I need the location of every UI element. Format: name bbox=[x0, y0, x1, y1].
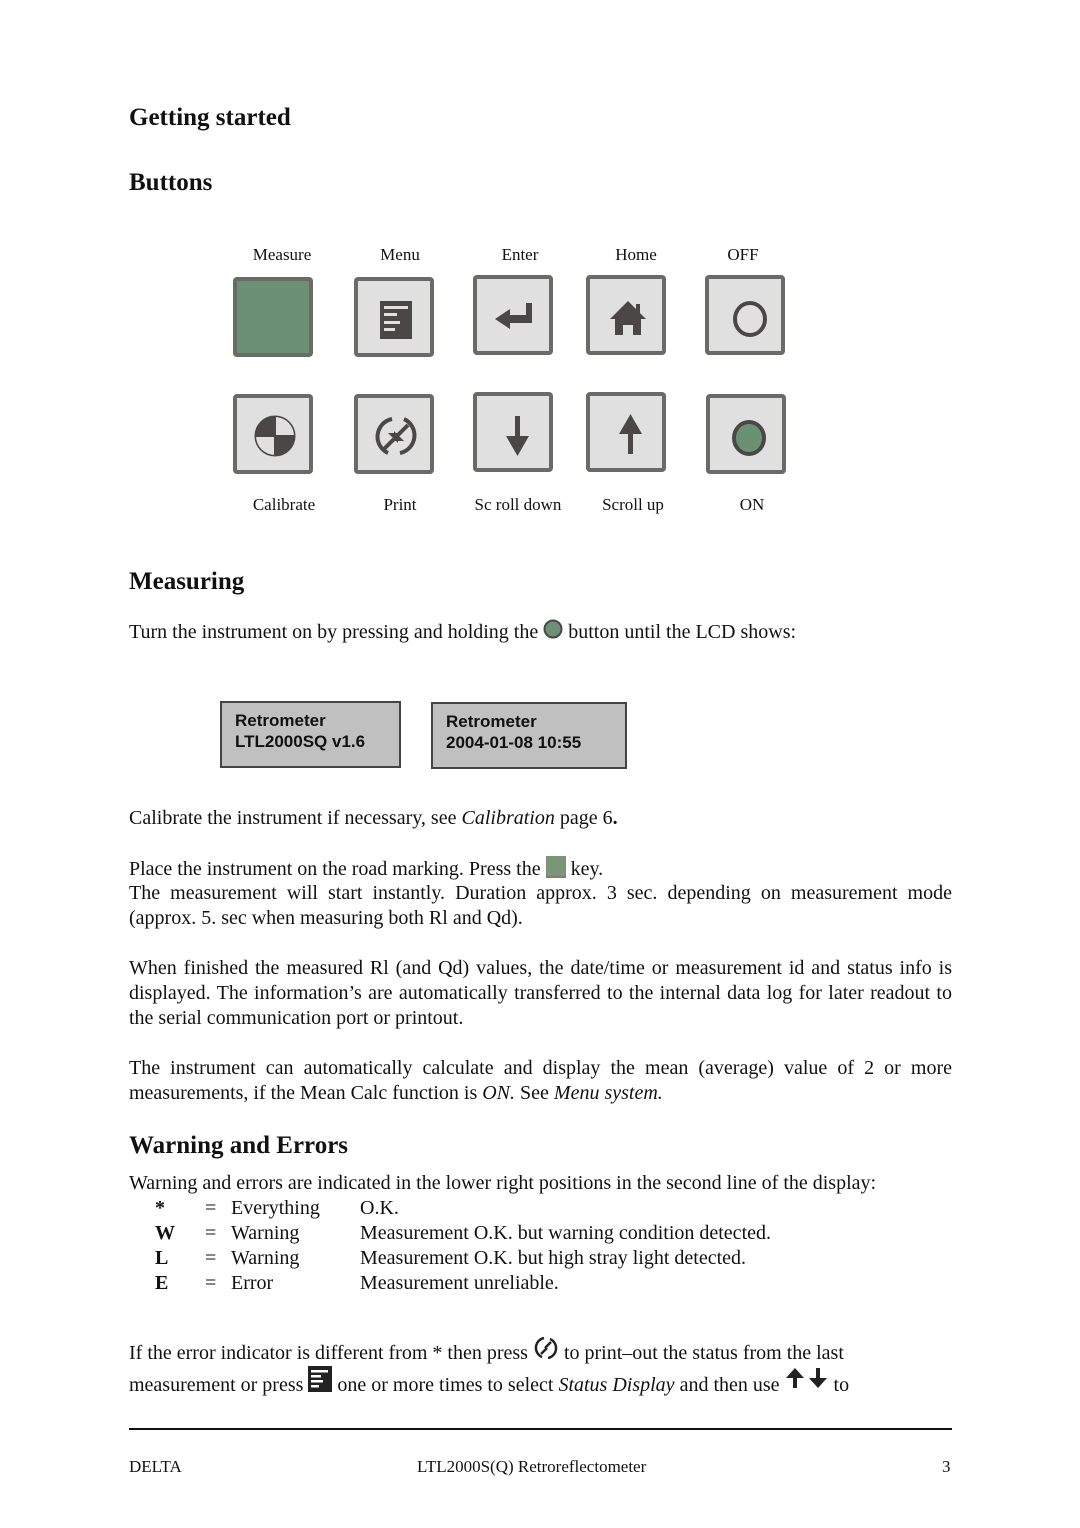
enter-button[interactable] bbox=[473, 275, 553, 355]
heading-warnings: Warning and Errors bbox=[129, 1132, 349, 1159]
home-button[interactable] bbox=[586, 275, 666, 355]
mean-paragraph: The instrument can automatically calcula… bbox=[129, 1057, 952, 1104]
label-home: Home bbox=[615, 245, 657, 264]
label-enter: Enter bbox=[501, 245, 539, 264]
menu-button[interactable] bbox=[354, 277, 434, 357]
power-off-circle-icon bbox=[733, 301, 767, 337]
label-measure: Measure bbox=[252, 245, 312, 264]
label-calibrate: Calibrate bbox=[252, 495, 316, 514]
calibrate-paragraph: Calibrate the instrument if necessary, s… bbox=[129, 807, 618, 829]
measure-key-inline-icon bbox=[545, 856, 566, 878]
menu-list-icon bbox=[380, 301, 412, 339]
menu-system-link: Menu system. bbox=[553, 1082, 663, 1104]
menu-inline-icon bbox=[308, 1366, 333, 1392]
measuring-intro: Turn the instrument on by pressing and h… bbox=[129, 619, 797, 643]
place-paragraph: Place the instrument on the road marking… bbox=[129, 856, 604, 880]
label-scroll-up: Scroll up bbox=[602, 495, 664, 514]
print-inline-icon bbox=[534, 1336, 558, 1360]
error-indicator-line-1: If the error indicator is different from… bbox=[129, 1335, 952, 1366]
calibration-link: Calibration bbox=[461, 807, 555, 829]
home-house-icon bbox=[610, 301, 646, 335]
enter-return-arrow-icon bbox=[495, 303, 532, 329]
duration-paragraph: The measurement will start instantly. Du… bbox=[129, 882, 952, 929]
on-button-inline-icon bbox=[543, 619, 563, 639]
label-print: Print bbox=[383, 495, 417, 514]
heading-getting-started: Getting started bbox=[129, 104, 291, 131]
scroll-up-button[interactable] bbox=[586, 392, 666, 472]
print-cycle-arrows-icon bbox=[375, 417, 417, 455]
lcd-display-version: Retrometer LTL2000SQ v1.6 bbox=[220, 701, 401, 768]
footer-title: LTL2000S(Q) Retroreflectometer bbox=[417, 1457, 647, 1476]
label-on: ON bbox=[739, 495, 765, 514]
measure-button[interactable] bbox=[233, 277, 313, 357]
print-button[interactable] bbox=[354, 394, 434, 474]
scroll-down-button[interactable] bbox=[473, 392, 553, 472]
up-down-arrows-inline-icon bbox=[785, 1368, 827, 1388]
heading-buttons: Buttons bbox=[129, 169, 213, 196]
lcd-display-datetime: Retrometer 2004-01-08 10:55 bbox=[431, 702, 627, 769]
label-menu: Menu bbox=[380, 245, 420, 264]
error-indicator-line-2: measurement or press one or more times t… bbox=[129, 1366, 952, 1398]
calibrate-button[interactable] bbox=[233, 394, 313, 474]
off-button[interactable] bbox=[705, 275, 785, 355]
arrow-up-icon bbox=[619, 414, 642, 454]
arrow-down-icon bbox=[506, 416, 529, 456]
warnings-intro: Warning and errors are indicated in the … bbox=[129, 1172, 877, 1194]
footer-divider bbox=[129, 1428, 952, 1430]
on-button[interactable] bbox=[706, 394, 786, 474]
calibrate-target-icon bbox=[254, 415, 296, 457]
heading-measuring: Measuring bbox=[129, 568, 245, 595]
label-off: OFF bbox=[727, 245, 759, 264]
footer-company: DELTA bbox=[129, 1457, 182, 1476]
finished-paragraph: When finished the measured Rl (and Qd) v… bbox=[129, 957, 952, 1029]
footer-page-number: 3 bbox=[942, 1457, 951, 1476]
label-scroll-down: Sc roll down bbox=[474, 495, 562, 514]
power-on-green-circle-icon bbox=[732, 420, 766, 456]
